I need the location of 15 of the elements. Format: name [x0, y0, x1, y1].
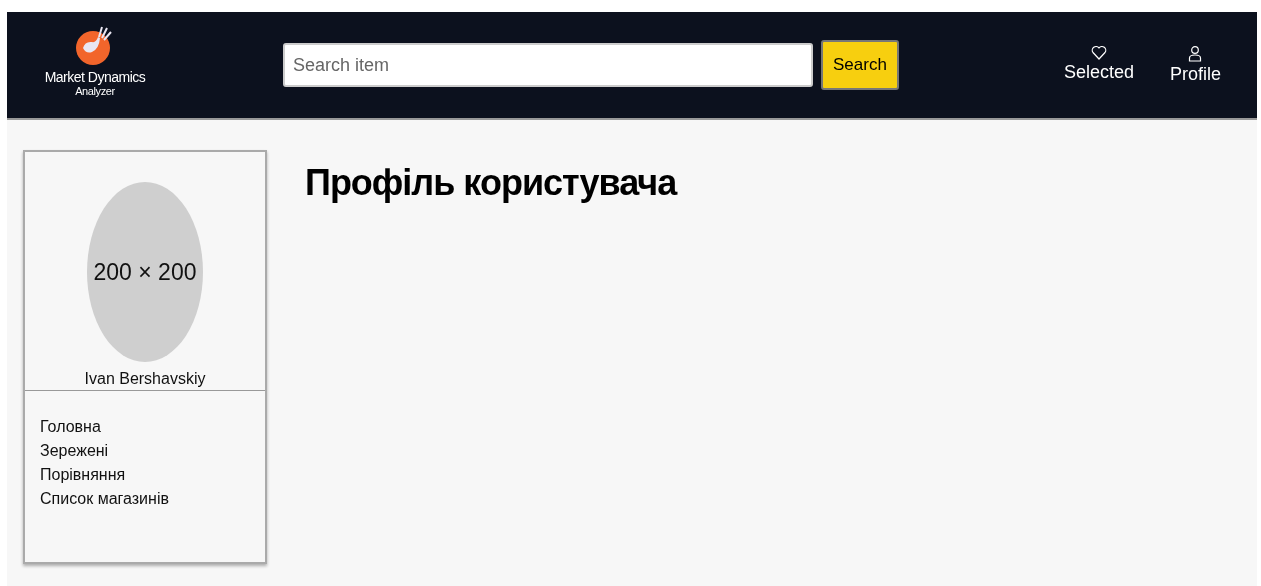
sidebar-link[interactable]: Головна [40, 418, 250, 436]
nav-link[interactable]: Profile [1169, 45, 1221, 85]
search-button[interactable]: Search [821, 40, 899, 90]
avatar-image: 200 × 200 [87, 182, 203, 362]
user-icon [1188, 45, 1203, 62]
sidebar-link[interactable]: Список магазинів [40, 490, 250, 508]
page-title: Профіль користувача [305, 162, 677, 204]
sidebar-link[interactable]: Порівняння [40, 466, 250, 484]
logo-title: Market Dynamics [44, 68, 146, 85]
user-name: Ivan Bershavskiy [84, 370, 206, 388]
heart-icon [1090, 45, 1107, 60]
sidebar-link[interactable]: Зережені [40, 442, 250, 460]
logo-subtitle: Analyzer [75, 84, 115, 97]
nav-link[interactable]: Selected [1063, 45, 1134, 85]
search-field[interactable]: Search item [283, 43, 813, 87]
